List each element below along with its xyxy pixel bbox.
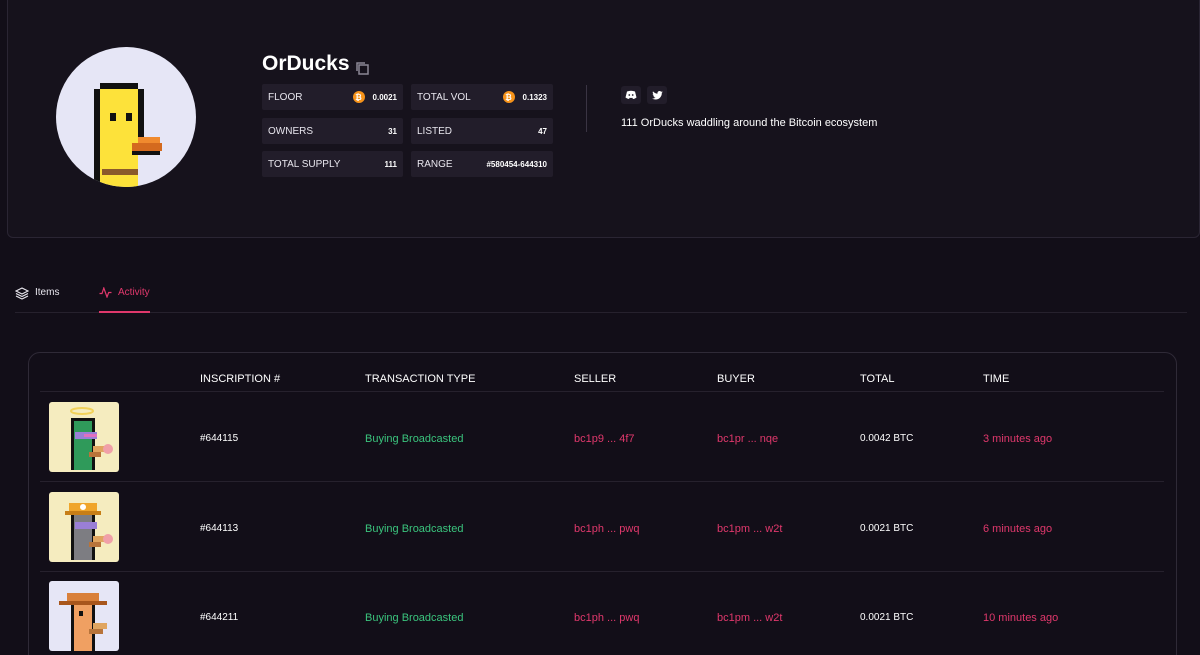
twitter-link[interactable] [647,86,667,104]
header-seller: SELLER [574,373,617,385]
table-row[interactable]: #644115 Buying Broadcasted bc1p9 ... 4f7… [40,392,1164,482]
stat-owners: OWNERS 31 [262,118,403,144]
bitcoin-icon: ₿ [352,91,365,103]
table-row[interactable]: #644113 Buying Broadcasted bc1ph ... pwq… [40,482,1164,572]
stat-floor-value: 0.0021 [372,92,397,102]
transaction-time[interactable]: 6 minutes ago [983,523,1052,535]
seller-address[interactable]: bc1ph ... pwq [574,612,639,624]
buyer-address[interactable]: bc1pm ... w2t [717,612,782,624]
twitter-icon [651,90,663,100]
activity-icon [99,287,112,298]
stat-floor-label: FLOOR [268,91,303,103]
transaction-time[interactable]: 3 minutes ago [983,433,1052,445]
stat-listed-value: 47 [538,126,547,136]
header-inscription: INSCRIPTION # [200,373,281,385]
tab-activity-label: Activity [118,287,150,298]
seller-address[interactable]: bc1ph ... pwq [574,523,639,535]
tab-bar: Items Activity [15,282,1187,313]
header-time: TIME [983,373,1010,385]
tab-items[interactable]: Items [15,282,59,313]
inscription-number[interactable]: #644211 [200,612,238,623]
header-buyer: BUYER [717,373,755,385]
discord-link[interactable] [621,86,641,104]
tab-items-label: Items [35,287,60,298]
stat-total-supply: TOTAL SUPPLY 111 [262,151,403,177]
inscription-thumbnail[interactable] [49,402,119,472]
collection-title: OrDucks [262,52,370,76]
header-divider [586,85,587,132]
transaction-time[interactable]: 10 minutes ago [983,612,1058,624]
table-row[interactable]: #644211 Buying Broadcasted bc1ph ... pwq… [40,571,1164,655]
total-price: 0.0042 BTC [860,433,914,444]
collection-description: 111 OrDucks waddling around the Bitcoin … [621,117,878,129]
buyer-address[interactable]: bc1pr ... nqe [717,433,778,445]
inscription-number[interactable]: #644113 [200,523,238,534]
inscription-number[interactable]: #644115 [200,433,238,444]
stat-total-supply-value: 111 [384,159,397,169]
stat-total-vol: TOTAL VOL ₿ 0.1323 [411,84,553,110]
bitcoin-icon: ₿ [502,91,515,103]
collection-avatar [56,47,196,187]
seller-address[interactable]: bc1p9 ... 4f7 [574,433,635,445]
total-price: 0.0021 BTC [860,523,914,534]
stat-listed: LISTED 47 [411,118,553,144]
stat-floor: FLOOR ₿ 0.0021 [262,84,403,110]
stat-owners-value: 31 [388,126,397,136]
stat-owners-label: OWNERS [268,125,313,137]
discord-icon [625,90,637,99]
header-transaction-type: TRANSACTION TYPE [365,373,476,385]
layers-icon [15,287,29,300]
duck-avatar-image [94,83,162,187]
stat-range: RANGE #580454-644310 [411,151,553,177]
stat-total-vol-value: 0.1323 [522,92,547,102]
stat-total-vol-label: TOTAL VOL [417,91,471,103]
tab-activity[interactable]: Activity [99,282,150,313]
transaction-type: Buying Broadcasted [365,612,464,624]
stat-range-value: #580454-644310 [486,159,547,169]
inscription-thumbnail[interactable] [49,492,119,562]
header-total: TOTAL [860,373,895,385]
inscription-thumbnail[interactable] [49,581,119,651]
stat-total-supply-label: TOTAL SUPPLY [268,158,341,170]
copy-icon[interactable] [354,58,370,75]
total-price: 0.0021 BTC [860,612,914,623]
stat-range-label: RANGE [417,158,453,170]
transaction-type: Buying Broadcasted [365,433,464,445]
stat-listed-label: LISTED [417,125,453,137]
transaction-type: Buying Broadcasted [365,523,464,535]
buyer-address[interactable]: bc1pm ... w2t [717,523,782,535]
collection-name: OrDucks [262,52,350,75]
